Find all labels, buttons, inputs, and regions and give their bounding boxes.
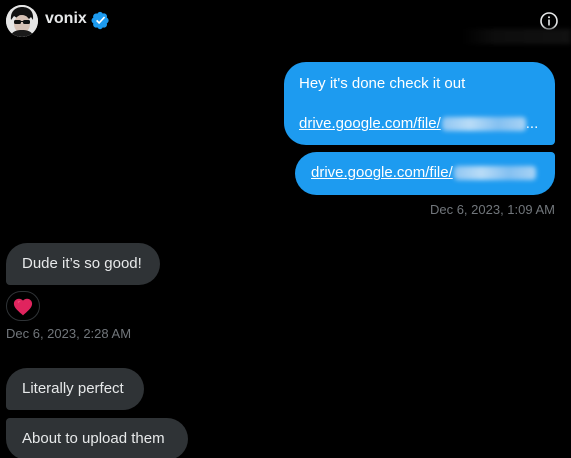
link-ellipsis: ... [525,115,539,132]
message-bubble-incoming[interactable]: About to upload them [6,418,188,458]
dm-conversation: vonix Hey it's done check it out drive.g… [0,0,571,458]
message-link[interactable]: drive.google.com/file/... [299,114,540,134]
message-text: Hey it's done check it out [299,75,466,92]
reaction-badge[interactable] [6,291,40,321]
blurred-region [462,29,571,44]
redacted-link-segment [453,166,536,181]
message-bubble-outgoing[interactable]: Hey it's done check it out drive.google.… [284,62,555,145]
message-bubble-incoming[interactable]: Dude it’s so good! [6,243,160,285]
message-timestamp: Dec 6, 2023, 1:09 AM [429,202,555,217]
red-heart-icon [13,298,33,316]
avatar-image [6,5,38,37]
message-link[interactable]: drive.google.com/file/ [311,164,453,181]
conversation-header: vonix [0,0,571,44]
message-timestamp: Dec 6, 2023, 2:28 AM [6,326,132,341]
message-bubble-outgoing[interactable]: drive.google.com/file/ [295,152,555,195]
conversation-username[interactable]: vonix [45,10,87,28]
verified-badge-icon [91,11,109,30]
message-text: Literally perfect [22,380,124,397]
avatar[interactable] [6,5,38,37]
message-bubble-incoming[interactable]: Literally perfect [6,368,144,410]
message-text: Dude it’s so good! [22,255,142,272]
redacted-link-segment [441,117,526,132]
message-text: About to upload them [22,430,165,447]
link-text[interactable]: drive.google.com/file/ [299,115,441,132]
info-icon[interactable] [539,11,559,31]
